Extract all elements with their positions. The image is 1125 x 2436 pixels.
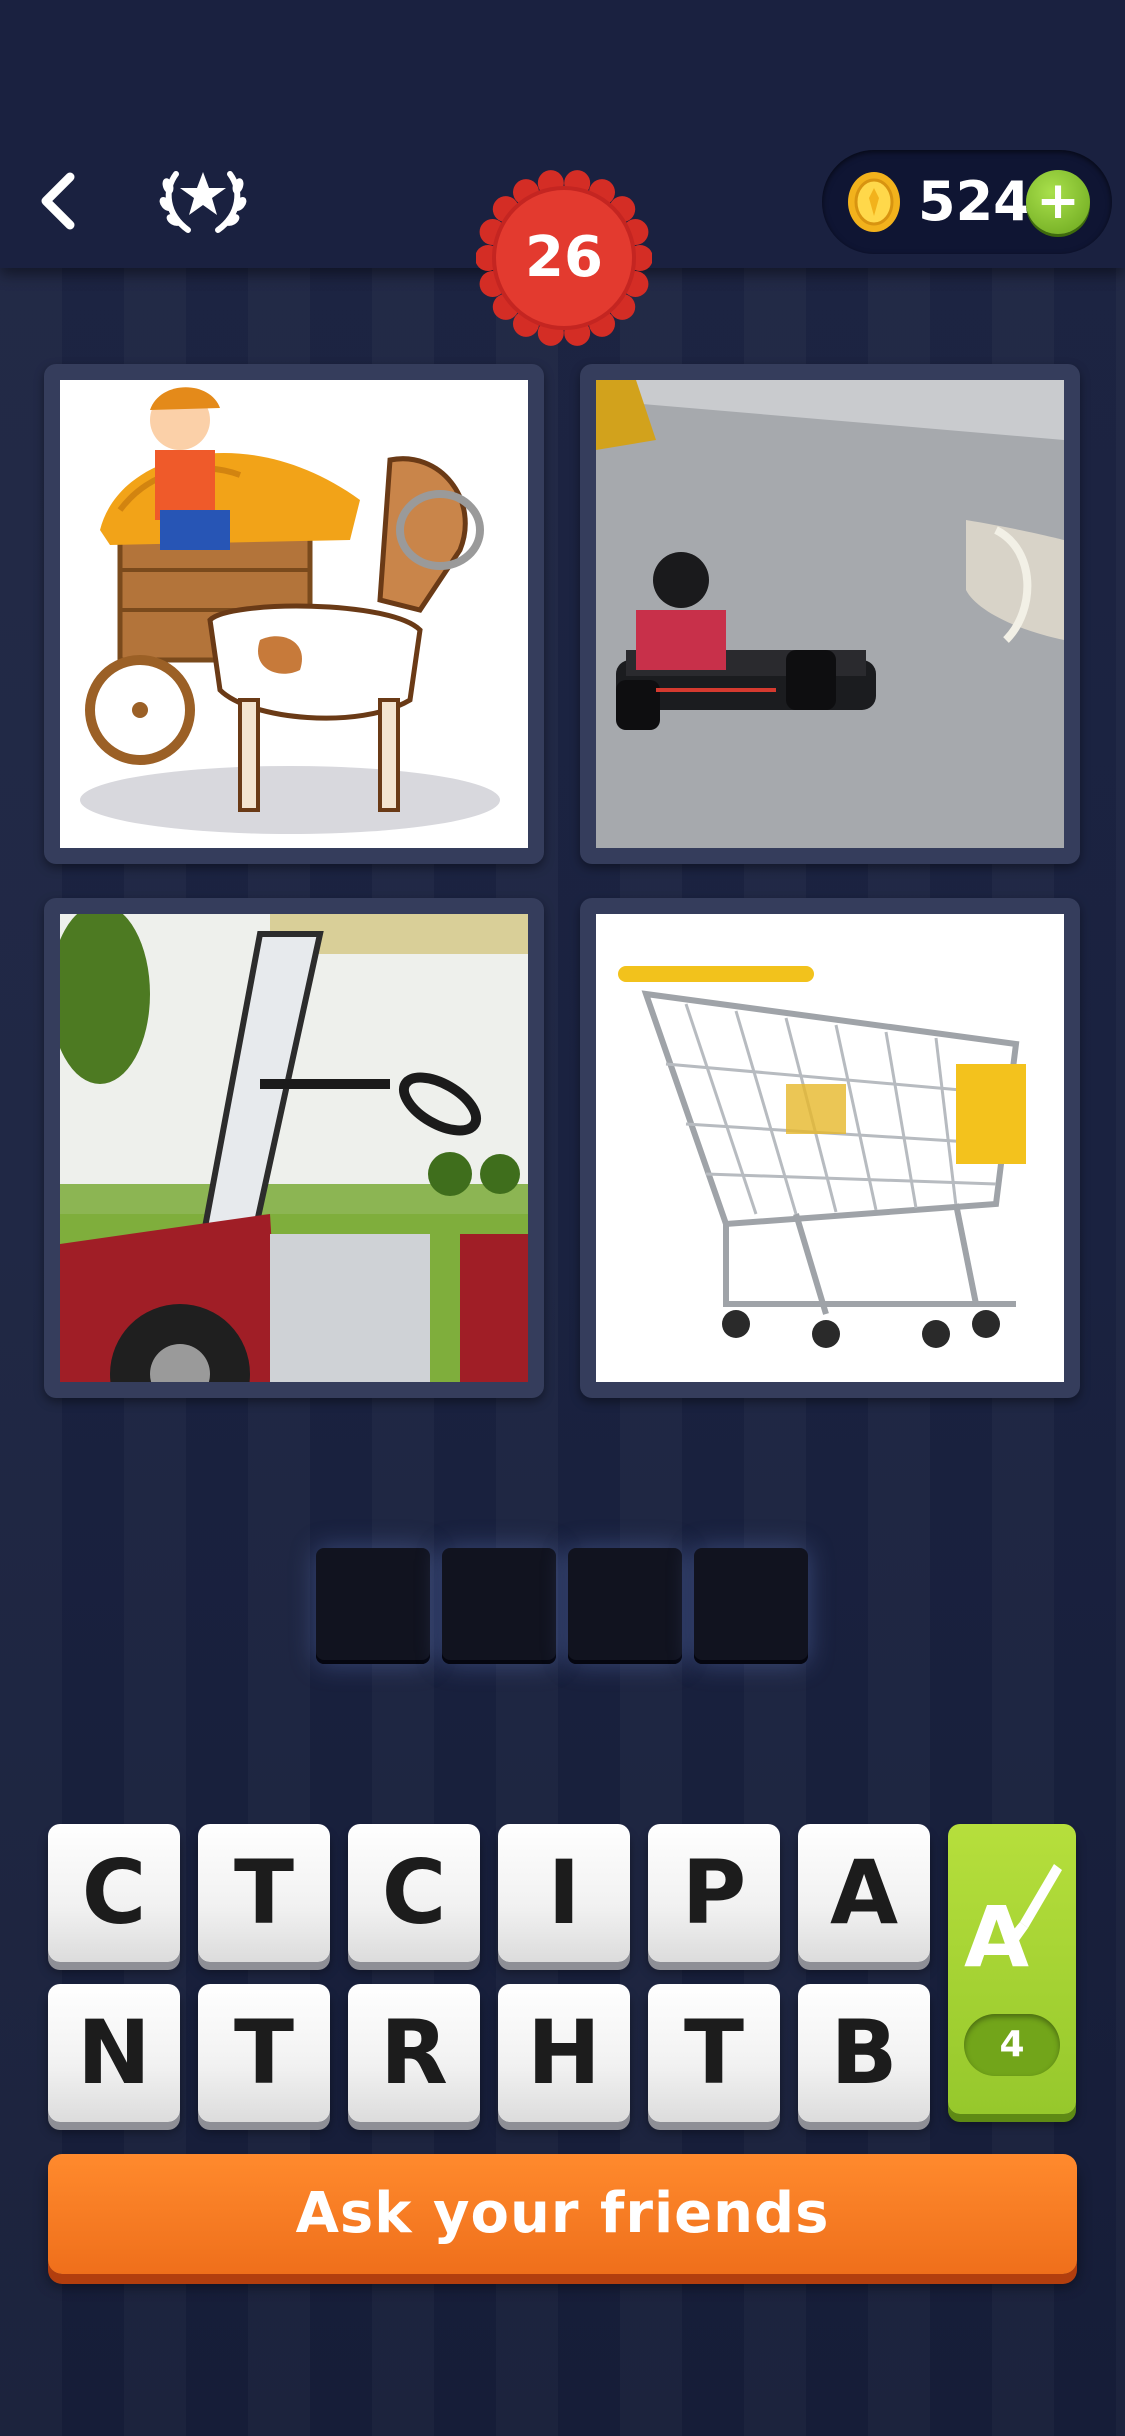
clue-image-3	[44, 898, 544, 1398]
level-number: 26	[525, 225, 603, 290]
letter-key[interactable]: C	[48, 1824, 180, 1962]
ask-your-friends-button[interactable]: Ask your friends	[48, 2154, 1077, 2274]
hint-count: 4	[964, 2014, 1060, 2076]
add-coins-button[interactable]: +	[1026, 170, 1090, 234]
back-button[interactable]	[32, 165, 92, 237]
laurel-star-icon	[159, 171, 247, 233]
shopping-cart-picture	[596, 914, 1064, 1382]
coin-balance[interactable]: 524 +	[822, 150, 1112, 254]
letter-key[interactable]: N	[48, 1984, 180, 2122]
hint-button[interactable]: A 4	[948, 1824, 1076, 2114]
answer-slot[interactable]	[568, 1548, 682, 1664]
golf-cart-picture	[60, 914, 528, 1382]
paint-brush-letter-icon: A	[964, 1864, 1062, 1978]
letter-key[interactable]: A	[798, 1824, 930, 1962]
letter-key[interactable]: T	[648, 1984, 780, 2122]
gold-coin-icon	[848, 172, 900, 232]
chevron-left-icon	[41, 172, 75, 230]
letter-key[interactable]: T	[198, 1984, 330, 2122]
rank-button[interactable]	[158, 158, 248, 238]
go-kart-picture	[596, 380, 1064, 848]
clue-image-2	[580, 364, 1080, 864]
letter-key[interactable]: I	[498, 1824, 630, 1962]
letter-key[interactable]: H	[498, 1984, 630, 2122]
answer-slot[interactable]	[694, 1548, 808, 1664]
clue-image-1	[44, 364, 544, 864]
answer-slot[interactable]	[316, 1548, 430, 1664]
clue-image-4	[580, 898, 1080, 1398]
letter-key[interactable]: C	[348, 1824, 480, 1962]
letter-key[interactable]: T	[198, 1824, 330, 1962]
coin-count: 524	[918, 170, 1031, 233]
letter-key[interactable]: R	[348, 1984, 480, 2122]
letter-key[interactable]: P	[648, 1824, 780, 1962]
letter-key[interactable]: B	[798, 1984, 930, 2122]
answer-slot[interactable]	[442, 1548, 556, 1664]
horse-cart-picture	[60, 380, 528, 848]
